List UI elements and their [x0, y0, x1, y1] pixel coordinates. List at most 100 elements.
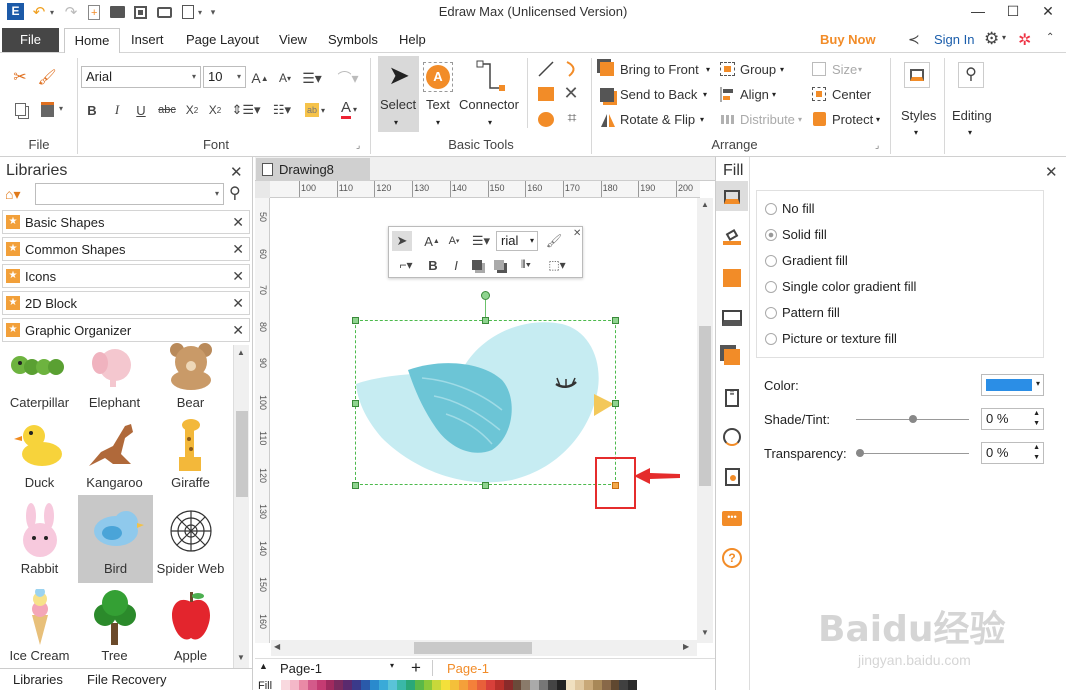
- palette-swatch[interactable]: [539, 680, 549, 690]
- close-icon[interactable]: ✕: [232, 268, 244, 285]
- text-tool-icon[interactable]: A: [423, 62, 453, 92]
- palette-swatch[interactable]: [432, 680, 442, 690]
- scroll-left-icon[interactable]: ◀: [274, 642, 280, 651]
- size-button[interactable]: Size: [832, 62, 857, 77]
- palette-swatch[interactable]: [378, 680, 388, 690]
- palette-swatch[interactable]: [601, 680, 611, 690]
- close-icon[interactable]: ✕: [232, 295, 244, 312]
- copy-icon[interactable]: [10, 99, 30, 119]
- maximize-icon[interactable]: ☐: [998, 0, 1028, 24]
- cut-icon[interactable]: ✂: [10, 67, 30, 87]
- palette-swatch[interactable]: [441, 680, 451, 690]
- library-search-input[interactable]: ▾: [35, 183, 224, 205]
- mini-style-icon[interactable]: ⬚▾: [545, 256, 569, 274]
- rectangle-tool-icon[interactable]: [538, 87, 554, 101]
- palette-swatch[interactable]: [476, 680, 486, 690]
- library-scrollbar[interactable]: ▲ ▼: [233, 345, 249, 668]
- scroll-down-icon[interactable]: ▼: [701, 628, 709, 637]
- scroll-down-icon[interactable]: ▼: [237, 653, 245, 662]
- shape-spider-web[interactable]: Spider Web: [153, 501, 228, 587]
- align-dropdown-icon[interactable]: ▾: [772, 90, 776, 99]
- align-button[interactable]: Align: [740, 87, 769, 102]
- settings-gear-icon[interactable]: ⚙: [984, 29, 999, 49]
- palette-swatch[interactable]: [361, 680, 371, 690]
- close-icon[interactable]: ✕: [1033, 0, 1063, 24]
- shade-slider-thumb[interactable]: [909, 415, 917, 423]
- resize-handle-r[interactable]: [612, 400, 619, 407]
- text-effect-icon[interactable]: ⌒▾: [334, 68, 362, 88]
- line-spacing-icon[interactable]: ☰▾: [300, 68, 324, 88]
- bring-to-front-button[interactable]: Bring to Front: [620, 62, 699, 77]
- line-tool-icon[interactable]: [537, 60, 555, 78]
- group-dropdown-icon[interactable]: ▾: [780, 65, 784, 74]
- palette-swatch[interactable]: [316, 680, 326, 690]
- palette-swatch[interactable]: [583, 680, 593, 690]
- resize-handle-t[interactable]: [482, 317, 489, 324]
- bullets-icon[interactable]: ☷▾: [268, 101, 296, 119]
- editing-button[interactable]: Editing: [952, 108, 992, 123]
- palette-swatch[interactable]: [503, 680, 513, 690]
- palette-swatch[interactable]: [281, 680, 290, 690]
- mini-distribute-icon[interactable]: ⫴▾: [513, 256, 539, 274]
- shape-bird[interactable]: Bird: [78, 495, 153, 583]
- arrange-dialog-launcher-icon[interactable]: ⌟: [875, 140, 879, 151]
- color-picker[interactable]: ▾: [981, 374, 1044, 396]
- palette-swatch[interactable]: [485, 680, 495, 690]
- bold-icon[interactable]: B: [84, 101, 100, 119]
- palette-swatch[interactable]: [459, 680, 469, 690]
- palette-swatch[interactable]: [396, 680, 406, 690]
- library-category-icons[interactable]: ★ Icons ✕: [2, 264, 250, 288]
- library-category-graphic-organizer[interactable]: ★ Graphic Organizer ✕: [2, 318, 250, 342]
- file-menu-button[interactable]: File: [2, 28, 59, 52]
- tab-file-recovery[interactable]: File Recovery: [87, 672, 166, 687]
- palette-swatch[interactable]: [352, 680, 362, 690]
- palette-swatch[interactable]: [494, 680, 504, 690]
- select-dropdown-icon[interactable]: ▾: [394, 118, 398, 127]
- format-painter-icon[interactable]: 🖌: [37, 67, 57, 87]
- mini-back-icon[interactable]: [491, 257, 507, 273]
- group-button[interactable]: Group: [740, 62, 776, 77]
- palette-swatch[interactable]: [619, 680, 629, 690]
- palette-swatch[interactable]: [512, 680, 522, 690]
- shape-duck[interactable]: Duck: [2, 415, 77, 501]
- document-tab[interactable]: Drawing8: [256, 158, 370, 181]
- close-icon[interactable]: ✕: [232, 322, 244, 339]
- palette-swatch[interactable]: [628, 680, 638, 690]
- center-button[interactable]: Center: [832, 87, 871, 102]
- library-search-icon[interactable]: ⚲: [229, 183, 241, 203]
- fill-panel-close-icon[interactable]: ✕: [1045, 163, 1058, 181]
- shape-elephant[interactable]: Elephant: [77, 343, 152, 421]
- shade-spinbox[interactable]: 0 % ▲ ▼: [981, 408, 1044, 430]
- library-home-icon[interactable]: ⌂▾: [5, 186, 20, 203]
- palette-swatch[interactable]: [548, 680, 558, 690]
- shadow-icon[interactable]: [719, 265, 745, 291]
- shade-slider[interactable]: [856, 415, 969, 423]
- fill-option-gradient-fill[interactable]: Gradient fill: [765, 253, 848, 268]
- palette-swatch[interactable]: [343, 680, 353, 690]
- mini-italic-icon[interactable]: I: [449, 256, 463, 274]
- add-page-icon[interactable]: +: [411, 658, 421, 678]
- shape-giraffe[interactable]: Giraffe: [153, 415, 228, 501]
- mini-align-icon[interactable]: ☰▾: [469, 232, 493, 250]
- rotate-flip-button[interactable]: Rotate & Flip: [620, 112, 695, 127]
- close-icon[interactable]: ✕: [232, 214, 244, 231]
- fill-option-picture-fill[interactable]: Picture or texture fill: [765, 331, 897, 346]
- resize-handle-bl[interactable]: [352, 482, 359, 489]
- resize-handle-l[interactable]: [352, 400, 359, 407]
- page-tab[interactable]: Page-1: [447, 661, 489, 676]
- crop-tool-icon[interactable]: ⌗: [563, 110, 581, 128]
- rotation-handle[interactable]: [481, 291, 490, 300]
- text-tool-label[interactable]: Text: [426, 97, 450, 112]
- resize-handle-tl[interactable]: [352, 317, 359, 324]
- connector-dropdown-icon[interactable]: ▾: [488, 118, 492, 127]
- shape-caterpillar[interactable]: Caterpillar: [2, 343, 77, 421]
- underline-icon[interactable]: U: [133, 101, 149, 119]
- shape-apple[interactable]: Apple: [153, 588, 228, 668]
- styles-button[interactable]: Styles: [901, 108, 936, 123]
- canvas-hscroll-thumb[interactable]: [414, 642, 532, 654]
- font-color-icon[interactable]: A ▾: [336, 99, 362, 119]
- mini-font-shrink-icon[interactable]: A ▾: [445, 232, 463, 250]
- fill-option-no-fill[interactable]: No fill: [765, 201, 815, 216]
- libraries-close-icon[interactable]: ✕: [230, 163, 243, 181]
- increase-font-icon[interactable]: A ▲: [250, 68, 270, 88]
